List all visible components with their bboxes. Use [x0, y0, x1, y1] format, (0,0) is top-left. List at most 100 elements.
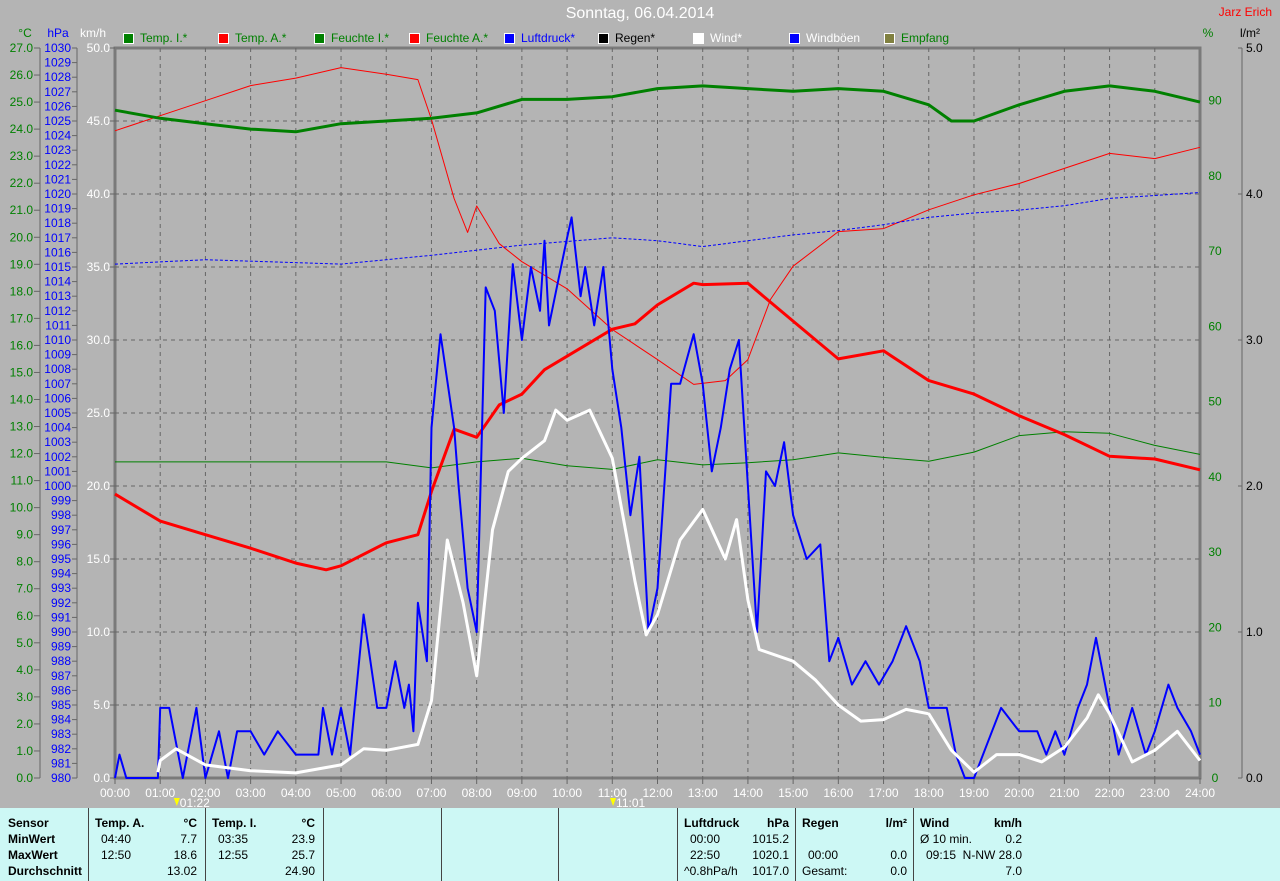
rain-tick-label: 1.0 — [1246, 625, 1263, 639]
x-tick-label: 01:00 — [145, 786, 175, 800]
legend-label: Feuchte A.* — [426, 31, 489, 45]
pressure-header: Luftdruck — [684, 816, 740, 830]
legend-swatch — [884, 32, 895, 44]
pressure-tick-label: 996 — [51, 537, 71, 551]
pressure-tick-label: 1011 — [45, 318, 71, 332]
wind-avg10-label: Ø 10 min. — [920, 832, 973, 846]
temp-a-min-time: 04:40 — [101, 832, 132, 846]
x-tick-label: 23:00 — [1140, 786, 1170, 800]
temp-i-min: 23.9 — [291, 832, 315, 846]
pressure-tick-label: 1006 — [44, 391, 71, 405]
pressure-tick-label: 1003 — [44, 435, 71, 449]
x-tick-label: 08:00 — [462, 786, 492, 800]
x-tick-label: 17:00 — [869, 786, 899, 800]
rain-header: Regen — [802, 816, 839, 830]
temp-i-max-time: 12:55 — [218, 848, 249, 862]
x-tick-label: 24:00 — [1185, 786, 1215, 800]
humidity-tick-label: 40 — [1208, 470, 1222, 484]
pressure-tick-label: 988 — [51, 654, 71, 668]
pressure-tick-label: 1012 — [44, 304, 71, 318]
pressure-tick-label: 993 — [51, 581, 71, 595]
rain-tick-label: 0.0 — [1246, 771, 1263, 785]
temp-a-avg: 13.02 — [166, 864, 197, 878]
legend-label: Temp. I.* — [140, 31, 188, 45]
temp-axis-title: °C — [18, 26, 32, 40]
pressure-tick-label: 986 — [51, 683, 71, 697]
humidity-axis-title: % — [1203, 26, 1214, 40]
temp-tick-label: 15.0 — [10, 365, 34, 379]
legend-label: Luftdruck* — [521, 31, 576, 45]
humidity-tick-label: 30 — [1208, 545, 1222, 559]
pressure-tick-label: 982 — [51, 742, 71, 756]
pressure-tick-label: 994 — [51, 567, 71, 581]
pressure-tick-label: 997 — [51, 523, 71, 537]
pressure-tick-label: 980 — [51, 771, 71, 785]
row-max-label: MaxWert — [8, 848, 58, 862]
rain-max-time: 00:00 — [808, 848, 839, 862]
pressure-trend: ^0.8hPa/h — [684, 864, 738, 878]
humidity-tick-label: 50 — [1208, 395, 1222, 409]
temp-tick-label: 23.0 — [10, 149, 34, 163]
temp-tick-label: 11.0 — [11, 474, 34, 488]
wind-avg: 7.0 — [1005, 864, 1022, 878]
x-tick-label: 10:00 — [552, 786, 582, 800]
pressure-tick-label: 1014 — [44, 275, 71, 289]
pressure-tick-label: 984 — [51, 713, 71, 727]
pressure-axis-title: hPa — [47, 26, 69, 40]
pressure-tick-label: 1016 — [44, 245, 71, 259]
pressure-tick-label: 1005 — [44, 406, 71, 420]
sensor-header: Sensor — [8, 816, 49, 830]
x-tick-label: 09:00 — [507, 786, 537, 800]
pressure-tick-label: 1025 — [44, 114, 71, 128]
temp-tick-label: 10.0 — [10, 501, 34, 515]
pressure-tick-label: 1017 — [44, 231, 71, 245]
col-temp-i: Temp. I. °C 03:35 23.9 12:55 25.7 24.90 — [206, 808, 324, 881]
humidity-tick-label: 60 — [1208, 319, 1222, 333]
x-tick-label: 15:00 — [778, 786, 808, 800]
pressure-tick-label: 1028 — [44, 70, 71, 84]
legend-label: Wind* — [710, 31, 743, 45]
pressure-tick-label: 1002 — [44, 450, 71, 464]
legend-label: Temp. A.* — [235, 31, 287, 45]
humidity-tick-label: 20 — [1208, 620, 1222, 634]
col-temp-a: Temp. A. °C 04:40 7.7 12:50 18.6 13.02 — [89, 808, 206, 881]
pressure-tick-label: 1029 — [44, 56, 71, 70]
x-tick-label: 03:00 — [236, 786, 266, 800]
pressure-tick-label: 995 — [51, 552, 71, 566]
legend-item: Temp. I.* — [123, 31, 187, 45]
pressure-tick-label: 990 — [51, 625, 71, 639]
temp-i-max: 25.7 — [291, 848, 315, 862]
col-empty-1 — [324, 808, 442, 881]
temp-a-header: Temp. A. — [95, 816, 145, 830]
temp-tick-label: 12.0 — [10, 447, 34, 461]
wind-avg10: 0.2 — [1005, 832, 1022, 846]
wind-tick-label: 30.0 — [87, 333, 111, 347]
legend-label: Feuchte I.* — [331, 31, 390, 45]
temp-tick-label: 22.0 — [10, 176, 34, 190]
pressure-tick-label: 1013 — [44, 289, 71, 303]
pressure-tick-label: 1001 — [44, 464, 71, 478]
temp-tick-label: 1.0 — [16, 744, 33, 758]
temp-tick-label: 25.0 — [10, 95, 34, 109]
pressure-tick-label: 998 — [51, 508, 71, 522]
rain-unit: l/m² — [885, 816, 907, 830]
legend-item: Temp. A.* — [218, 31, 286, 45]
wind-axis-title: km/h — [80, 26, 106, 40]
rain-max: 0.0 — [890, 848, 907, 862]
pressure-tick-label: 992 — [51, 596, 71, 610]
temp-tick-label: 13.0 — [10, 420, 34, 434]
legend-swatch — [123, 32, 134, 44]
pressure-tick-label: 1000 — [44, 479, 71, 493]
temp-tick-label: 6.0 — [16, 609, 33, 623]
temp-a-max-time: 12:50 — [101, 848, 132, 862]
pressure-tick-label: 1019 — [44, 202, 71, 216]
legend-item: Regen* — [598, 31, 655, 45]
legend-swatch — [598, 32, 609, 44]
x-tick-label: 16:00 — [823, 786, 853, 800]
x-tick-label: 06:00 — [371, 786, 401, 800]
pressure-tick-label: 1018 — [44, 216, 71, 230]
pressure-tick-label: 1024 — [44, 129, 71, 143]
x-tick-label: 13:00 — [688, 786, 718, 800]
pressure-tick-label: 983 — [51, 727, 71, 741]
pressure-min-time: 00:00 — [690, 832, 721, 846]
